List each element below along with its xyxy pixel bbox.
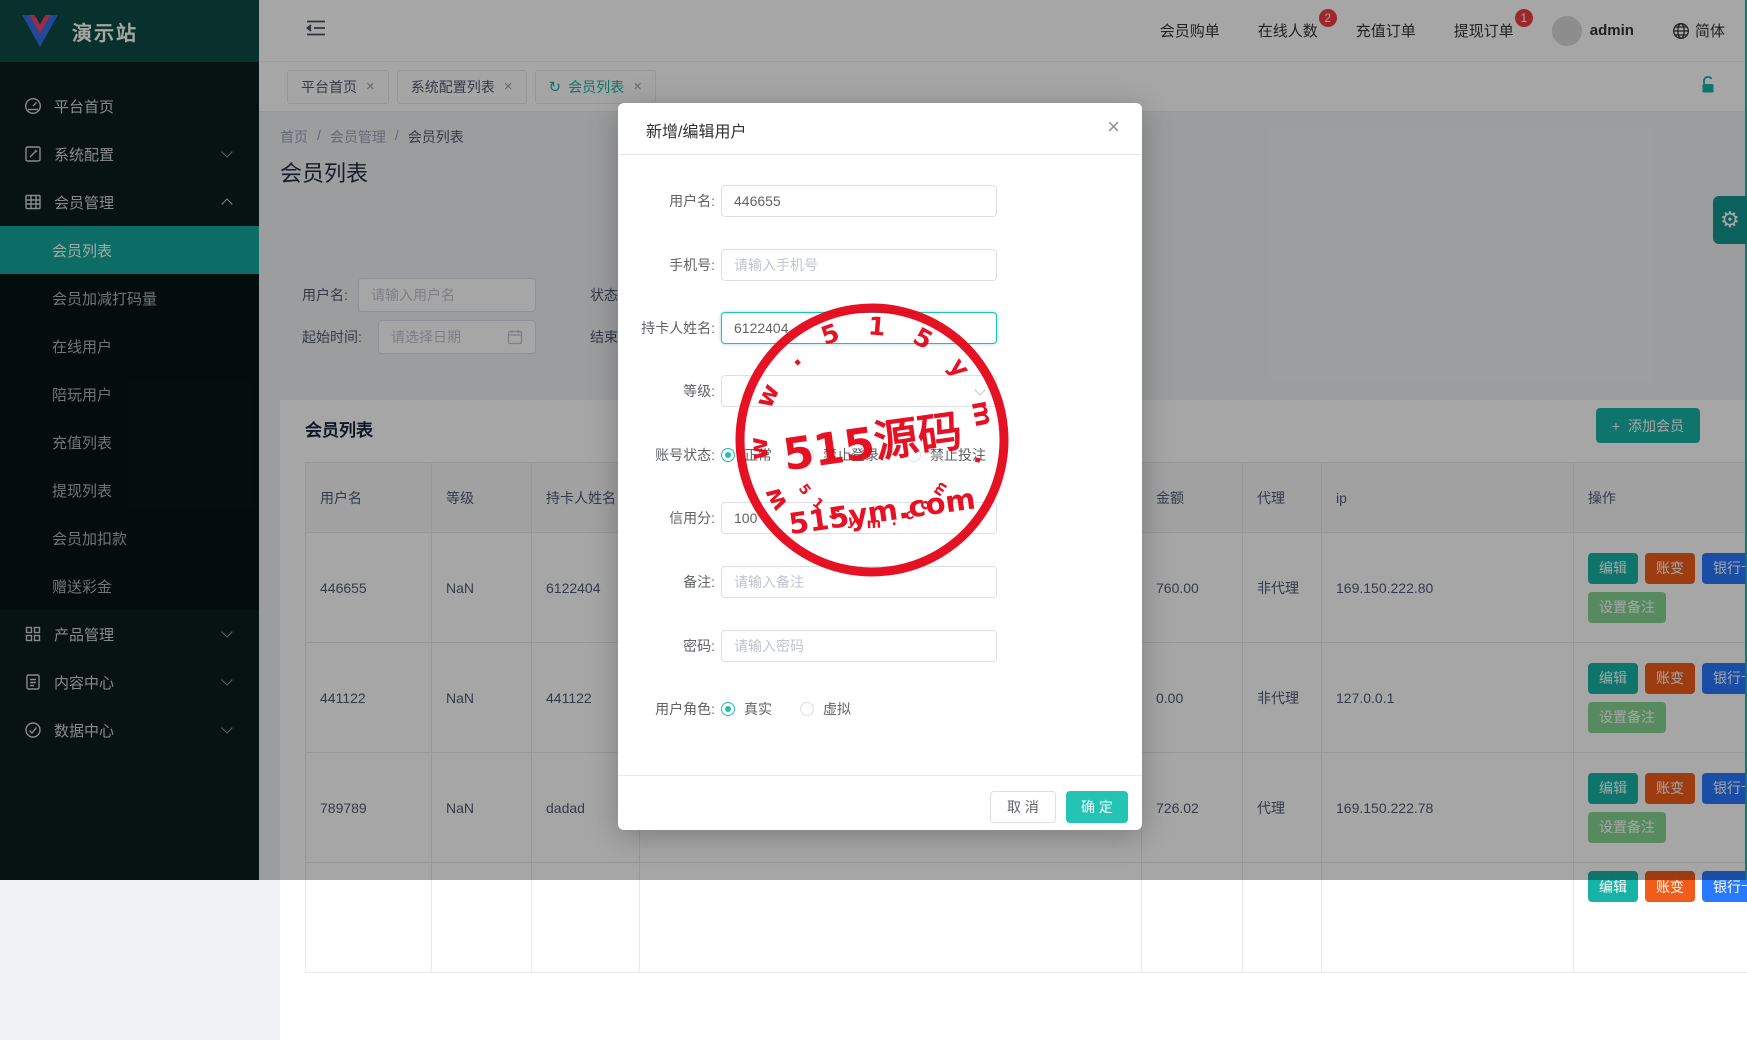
radio-label: 禁止登录: [823, 445, 879, 465]
field-phone: 手机号:: [618, 249, 1142, 281]
field-label: 信用分:: [618, 502, 715, 534]
cardholder-input[interactable]: [721, 312, 997, 344]
radio-label: 正常: [744, 445, 772, 465]
field-label: 用户名:: [618, 185, 715, 217]
field-password: 密码:: [618, 630, 1142, 662]
field-label: 持卡人姓名:: [618, 312, 715, 344]
level-select[interactable]: [721, 375, 997, 407]
account-status-radio-group: 正常 禁止登录 禁止投注: [721, 439, 1121, 471]
modal-title: 新增/编辑用户: [646, 118, 746, 142]
radio-forbid-bet[interactable]: 禁止投注: [907, 445, 986, 465]
confirm-button[interactable]: 确 定: [1066, 791, 1128, 823]
field-cardholder: 持卡人姓名:: [618, 312, 1142, 344]
field-label: 密码:: [618, 630, 715, 662]
radio-icon: [800, 702, 814, 716]
field-label: 手机号:: [618, 249, 715, 281]
radio-icon: [800, 448, 814, 462]
field-label: 账号状态:: [618, 439, 715, 471]
cancel-button[interactable]: 取 消: [990, 791, 1056, 823]
username-input[interactable]: [721, 185, 997, 217]
remark-input[interactable]: [721, 566, 997, 598]
field-label: 用户角色:: [618, 693, 715, 725]
radio-label: 虚拟: [823, 699, 851, 719]
radio-label: 真实: [744, 699, 772, 719]
radio-label: 禁止投注: [930, 445, 986, 465]
radio-normal[interactable]: 正常: [721, 445, 772, 465]
password-input[interactable]: [721, 630, 997, 662]
field-username: 用户名:: [618, 185, 1142, 217]
modal-footer: 取 消 确 定: [618, 775, 1142, 830]
phone-input[interactable]: [721, 249, 997, 281]
radio-forbid-login[interactable]: 禁止登录: [800, 445, 879, 465]
field-level: 等级:: [618, 375, 1142, 407]
radio-real[interactable]: 真实: [721, 699, 772, 719]
field-user-role: 用户角色: 真实 虚拟: [618, 693, 1142, 725]
user-role-radio-group: 真实 虚拟: [721, 693, 1021, 725]
close-icon[interactable]: ×: [1107, 116, 1120, 138]
radio-icon: [907, 448, 921, 462]
modal-header: 新增/编辑用户 ×: [618, 103, 1142, 155]
radio-selected-icon: [721, 702, 735, 716]
field-account-status: 账号状态: 正常 禁止登录 禁止投注: [618, 439, 1142, 471]
radio-virtual[interactable]: 虚拟: [800, 699, 851, 719]
radio-selected-icon: [721, 448, 735, 462]
edit-user-modal: 新增/编辑用户 × 用户名: 手机号: 持卡人姓名: 等级: 账号状态: 正常 …: [618, 103, 1142, 830]
field-credit: 信用分:: [618, 502, 1142, 534]
field-label: 备注:: [618, 566, 715, 598]
chevron-down-icon: [974, 384, 985, 395]
credit-input[interactable]: [721, 502, 997, 534]
field-remark: 备注:: [618, 566, 1142, 598]
field-label: 等级:: [618, 375, 715, 407]
